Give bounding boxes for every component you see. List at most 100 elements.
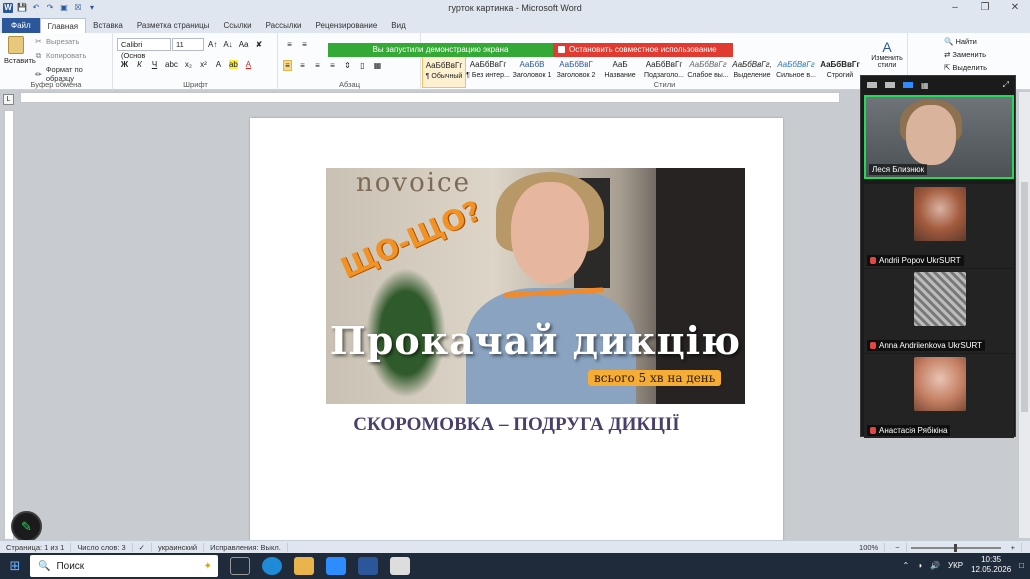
cut-label: Вырезать [46,37,80,46]
windows-taskbar: ⊞ 🔍 Поиск ✦ ⌃ ◑ 🔊 УКР 10:35 12.05.2026 □ [0,553,1030,579]
borders-icon[interactable]: ▦ [373,61,382,70]
tab-mailings[interactable]: Рассылки [259,18,309,33]
pencil-icon: ✎ [21,519,32,534]
tab-references[interactable]: Ссылки [216,18,258,33]
zoom-level[interactable]: 100% [853,543,886,552]
stop-share-button[interactable]: Остановить совместное использование [553,43,733,57]
proofing-icon[interactable]: ✓ [133,542,152,552]
change-case-icon[interactable]: Aa [239,40,249,49]
text-effects-icon[interactable]: A [214,60,223,69]
network-icon[interactable]: ◑ [917,561,922,570]
restore-button[interactable]: ❐ [970,0,1000,16]
paste-button[interactable]: Вставить [4,36,36,65]
edge-icon[interactable] [262,557,282,575]
find-button[interactable]: 🔍 Найти [944,37,987,46]
binoculars-icon: 🔍 [944,37,954,46]
tab-insert[interactable]: Вставка [86,18,130,33]
participant-tile[interactable]: Andrii Popov UkrSURT [864,184,1014,268]
align-right-icon[interactable]: ≡ [313,61,322,70]
file-explorer-icon[interactable] [294,557,314,575]
muted-mic-icon [870,427,876,435]
zoom-video-panel: ▦ ⤢ Леся Близнюк Andrii Popov UkrSURT An… [860,75,1016,438]
document-caption[interactable]: СКОРОМОВКА – ПОДРУГА ДИКЦІЇ [250,414,783,436]
subscript-icon[interactable]: x₂ [184,60,193,69]
participant-tile[interactable]: Anna Andriienkova UkrSURT [864,269,1014,353]
clear-format-icon[interactable]: ✘ [254,40,263,49]
taskbar-search[interactable]: 🔍 Поиск ✦ [30,555,218,577]
speaker-view-icon[interactable] [885,82,895,88]
italic-icon[interactable]: К [135,60,144,69]
font-size-select[interactable]: 11 [172,38,204,51]
minimize-panel-icon[interactable] [867,82,877,88]
close-button[interactable]: ✕ [1000,0,1030,16]
copy-button[interactable]: ⧉ Копировать [34,51,87,60]
vertical-scrollbar[interactable] [1019,92,1030,538]
tray-overflow-icon[interactable]: ⌃ [903,561,910,570]
participant-label: Andrii Popov UkrSURT [867,255,964,266]
image-headline: Прокачай дикцію [329,318,742,363]
document-app-icon[interactable] [390,557,410,575]
word-count[interactable]: Число слов: 3 [71,542,133,552]
zoom-control: 100% − + [853,543,1022,552]
input-language[interactable]: УКР [948,561,963,570]
underline-icon[interactable]: Ч [150,60,159,69]
shading-icon[interactable]: ▯ [358,61,367,70]
participant-tile[interactable]: Леся Близнюк [864,95,1014,179]
change-styles-button[interactable]: A Изменить стили [870,39,904,69]
gallery-view-icon[interactable]: ▦ [921,81,929,90]
vertical-ruler[interactable] [4,110,14,540]
brush-icon: ✏ [35,69,42,79]
bold-icon[interactable]: Ж [120,60,129,69]
zoom-slider[interactable] [910,543,1001,552]
word-app-icon[interactable] [358,557,378,575]
line-spacing-icon[interactable]: ⇕ [343,61,352,70]
numbering-icon[interactable]: ≡ [300,40,309,49]
replace-button[interactable]: ⇄ Заменить [944,50,987,59]
track-changes-indicator[interactable]: Исправления: Выкл. [204,542,288,552]
page-count[interactable]: Страница: 1 из 1 [0,542,72,552]
font-name-select[interactable]: Calibri (Основ [117,38,171,60]
grow-font-icon[interactable]: A↑ [208,40,217,49]
task-view-icon[interactable] [230,557,250,575]
document-page[interactable]: novoice ЩО-ЩО? Прокачай дикцію всього 5 … [250,118,783,543]
tab-view[interactable]: Вид [384,18,412,33]
tab-page-layout[interactable]: Разметка страницы [130,18,217,33]
align-center-icon[interactable]: ≡ [298,61,307,70]
superscript-icon[interactable]: x² [199,60,208,69]
zoom-in-icon[interactable]: + [1005,543,1022,552]
document-image[interactable]: novoice ЩО-ЩО? Прокачай дикцію всього 5 … [326,168,745,404]
zoom-app-icon[interactable] [326,557,346,575]
font-color-icon[interactable]: A [244,60,253,69]
horizontal-ruler[interactable] [20,92,840,103]
style-sample: АаБбВ [519,60,545,69]
participant-name: Анастасія Рябікіна [879,426,948,435]
cut-button[interactable]: ✂ Вырезать [34,37,79,46]
windows-start-icon[interactable]: ⊞ [0,558,30,574]
strikethrough-icon[interactable]: abc [165,60,178,69]
select-button[interactable]: ⇱ Выделить [944,63,987,72]
notifications-icon[interactable]: □ [1019,561,1024,570]
tab-home[interactable]: Главная [39,18,87,33]
tab-file[interactable]: Файл [2,18,40,33]
highlight-icon[interactable]: ab [228,60,238,69]
bullets-icon[interactable]: ≡ [285,40,294,49]
styles-group: АаБбВвГг ¶ Обычный АаБбВвГг ¶ Без интер...… [422,33,908,90]
annotate-pencil-button[interactable]: ✎ [11,511,42,542]
paragraph-group-label: Абзац [338,80,361,89]
taskbar-apps [230,557,410,575]
tab-review[interactable]: Рецензирование [309,18,385,33]
justify-icon[interactable]: ≡ [328,61,337,70]
volume-icon[interactable]: 🔊 [930,561,940,570]
strip-view-icon[interactable] [903,82,913,88]
shrink-font-icon[interactable]: A↓ [223,40,232,49]
scrollbar-thumb[interactable] [1021,182,1028,412]
language-indicator[interactable]: украинский [152,542,205,552]
minimize-button[interactable]: – [940,0,970,16]
zoom-out-icon[interactable]: − [889,543,907,552]
align-left-icon[interactable]: ≡ [283,60,292,71]
expand-icon[interactable]: ⤢ [1003,80,1009,90]
style-name: Слабое вы... [687,72,729,79]
tab-selector-icon[interactable]: L [3,94,14,105]
clock[interactable]: 10:35 12.05.2026 [971,555,1011,575]
participant-tile[interactable]: Анастасія Рябікіна [864,354,1014,438]
